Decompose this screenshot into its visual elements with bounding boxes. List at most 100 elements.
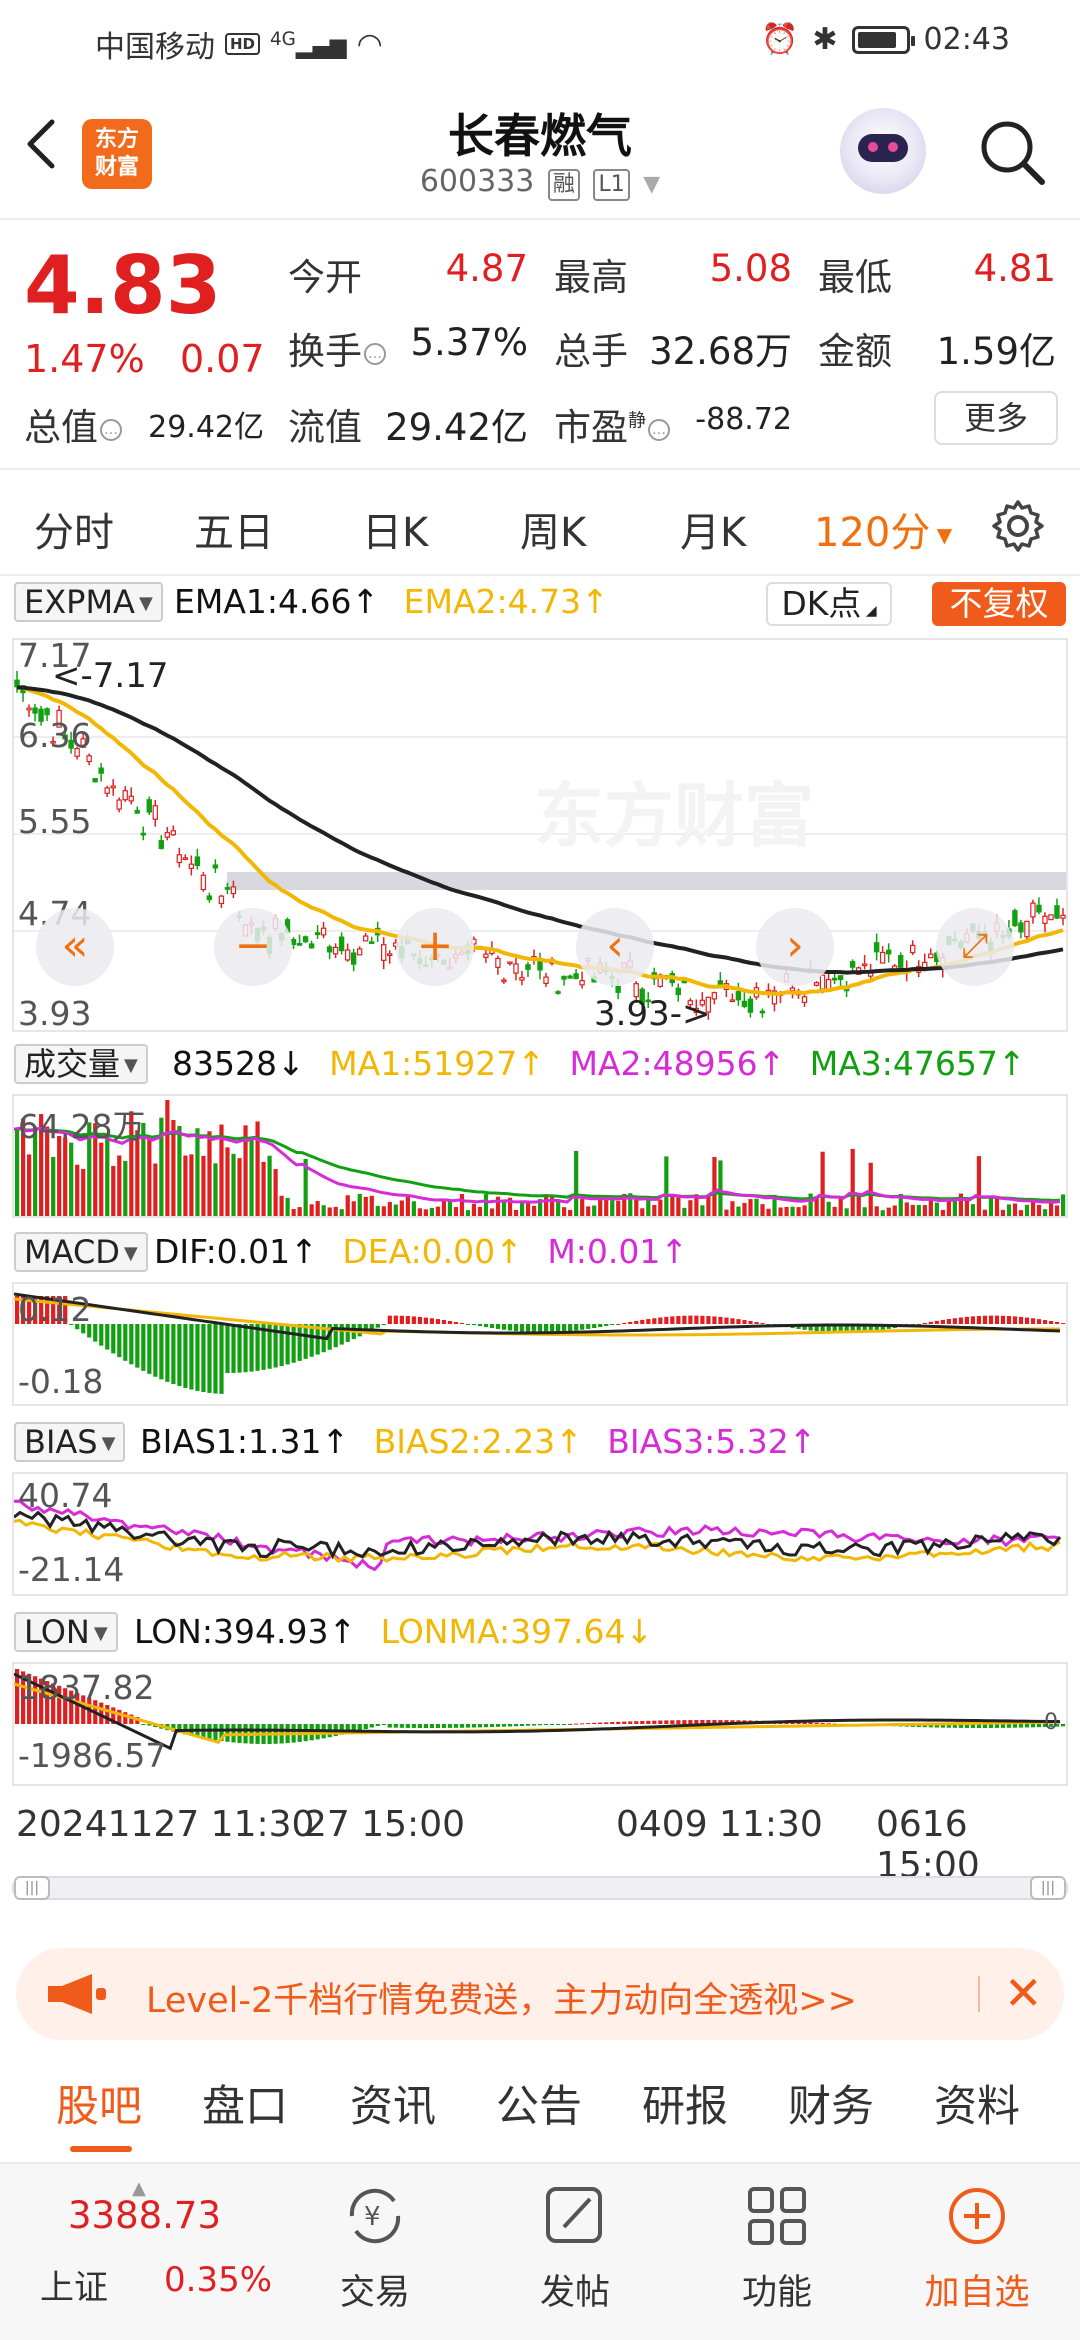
macd-bar	[646, 1319, 651, 1324]
volume-bar	[429, 1207, 434, 1216]
volume-bar	[730, 1201, 735, 1216]
volume-bar	[790, 1206, 795, 1216]
volume-bar	[357, 1193, 362, 1216]
macd-bar	[1000, 1315, 1006, 1324]
tab-120min[interactable]: 120分 ▼	[814, 500, 952, 558]
volume-panel[interactable]: 64.28万	[12, 1094, 1068, 1218]
fullscreen-icon[interactable]: ⤢	[936, 908, 1014, 986]
slider-left-handle[interactable]: |||	[14, 1876, 50, 1900]
volume-bar	[616, 1200, 621, 1216]
kline-chart[interactable]: EXPMA ▼ EMA1:4.66↑ EMA2:4.73↑ DK点 ◢ 不复权 东…	[0, 576, 1080, 1900]
tab-daily-k[interactable]: 日K	[362, 500, 428, 558]
expma-selector[interactable]: EXPMA ▼	[14, 582, 163, 622]
nav-functions[interactable]: 功能	[712, 2178, 842, 2315]
volume-bar	[63, 1137, 68, 1216]
scroll-left-icon[interactable]: ‹	[576, 908, 654, 986]
assistant-avatar-icon[interactable]	[840, 108, 926, 194]
tab-guba[interactable]: 股吧	[56, 2072, 142, 2134]
macd-m: M:0.01↑	[547, 1232, 689, 1271]
range-slider[interactable]: ||| |||	[12, 1876, 1068, 1900]
volume-bar	[381, 1206, 386, 1216]
candle-body	[344, 949, 351, 961]
search-icon[interactable]	[976, 116, 1048, 188]
macd-panel[interactable]: 0.12 -0.18	[12, 1282, 1068, 1406]
adjustment-button[interactable]: 不复权	[932, 582, 1066, 626]
candle-body	[116, 799, 122, 810]
gear-icon[interactable]	[990, 498, 1046, 554]
candle-body	[501, 979, 507, 983]
tab-finance[interactable]: 财务	[788, 2072, 874, 2134]
lon-bar	[483, 1724, 489, 1728]
volume-bar	[904, 1202, 909, 1216]
lon-bar	[688, 1720, 693, 1724]
scroll-right-icon[interactable]: ›	[756, 908, 834, 986]
tab-pankou[interactable]: 盘口	[202, 2072, 288, 2134]
more-button[interactable]: 更多	[934, 391, 1058, 445]
volume-bar	[111, 1165, 116, 1216]
tab-five-day[interactable]: 五日	[194, 500, 274, 558]
lonma-value: LONMA:397.64↓	[380, 1612, 654, 1651]
slider-right-handle[interactable]: |||	[1030, 1876, 1066, 1900]
tab-weekly-k[interactable]: 周K	[520, 500, 586, 558]
lon-panel[interactable]: 1837.82 -1986.57 0	[12, 1662, 1068, 1786]
macd-bar	[586, 1324, 591, 1329]
zoom-out-icon[interactable]: −	[214, 908, 292, 986]
lon-bar	[411, 1724, 416, 1728]
macd-header: MACD ▼ DIF:0.01↑ DEA:0.00↑ M:0.01↑	[0, 1228, 1080, 1272]
macd-bar	[748, 1320, 753, 1324]
macd-bar	[982, 1315, 988, 1324]
volume-bar	[465, 1210, 471, 1216]
nav-post[interactable]: 发帖	[510, 2178, 640, 2315]
tab-research[interactable]: 研报	[642, 2072, 728, 2134]
volume-bar	[868, 1162, 873, 1216]
lon-bar	[501, 1724, 507, 1727]
macd-bar	[706, 1316, 711, 1324]
nav-trade[interactable]: ¥ 交易	[310, 2178, 440, 2315]
pe-label: 市盈静…	[554, 397, 670, 451]
volume-bar	[934, 1202, 939, 1216]
volume-selector[interactable]: 成交量 ▼	[14, 1044, 148, 1084]
level-tag: L1	[593, 169, 630, 201]
tab-intraday[interactable]: 分时	[34, 500, 114, 558]
promo-banner[interactable]: Level-2千档行情免费送，主力动向全透视>> ✕	[16, 1948, 1064, 2040]
macd-selector[interactable]: MACD ▼	[14, 1232, 148, 1272]
volume-bar	[1042, 1209, 1048, 1216]
volume-bar	[405, 1196, 410, 1216]
zoom-in-icon[interactable]: +	[396, 908, 474, 986]
lon-selector[interactable]: LON ▼	[14, 1612, 118, 1652]
margin-tag: 融	[547, 169, 580, 201]
volume-bar	[483, 1194, 489, 1216]
tab-news[interactable]: 资讯	[350, 2072, 436, 2134]
index-change: 0.35%	[164, 2260, 273, 2300]
bias3-value: BIAS3:5.32↑	[607, 1422, 817, 1461]
lon-bar	[652, 1720, 657, 1724]
macd-bar	[165, 1324, 170, 1382]
y-label-2: 6.36	[18, 716, 92, 755]
float-cap-label: 流值	[288, 406, 362, 449]
nav-add-watchlist[interactable]: 加自选	[912, 2178, 1042, 2315]
dk-point-button[interactable]: DK点 ◢	[766, 582, 892, 626]
candlestick-panel[interactable]: 东方财富 7.17 6.36 5.55 4.74 3.93 <-7.17 3.9…	[12, 636, 1068, 1034]
macd-bar	[628, 1321, 633, 1324]
volume-bar	[27, 1154, 32, 1216]
macd-bar	[664, 1316, 669, 1324]
volume-bar	[880, 1210, 885, 1216]
tab-announcements[interactable]: 公告	[496, 2072, 582, 2134]
volume-bar	[718, 1160, 723, 1216]
candle-body	[831, 977, 838, 981]
tab-profile[interactable]: 资料	[934, 2072, 1020, 2134]
volume-bar	[471, 1203, 477, 1216]
macd-bar	[231, 1324, 236, 1373]
scroll-left-fast-icon[interactable]: «	[36, 908, 114, 986]
lon-bar	[399, 1724, 404, 1728]
tab-monthly-k[interactable]: 月K	[680, 500, 746, 558]
bias-panel[interactable]: 40.74 -21.14	[12, 1472, 1068, 1596]
lon-bar	[507, 1724, 513, 1727]
lon-bar	[562, 1724, 567, 1725]
volume-bar	[513, 1209, 519, 1216]
volume-bar	[327, 1207, 332, 1216]
candle-body	[579, 980, 585, 986]
close-icon[interactable]: ✕	[1004, 1968, 1043, 2018]
candle-body	[1048, 914, 1054, 921]
bias-selector[interactable]: BIAS ▼	[14, 1422, 126, 1462]
